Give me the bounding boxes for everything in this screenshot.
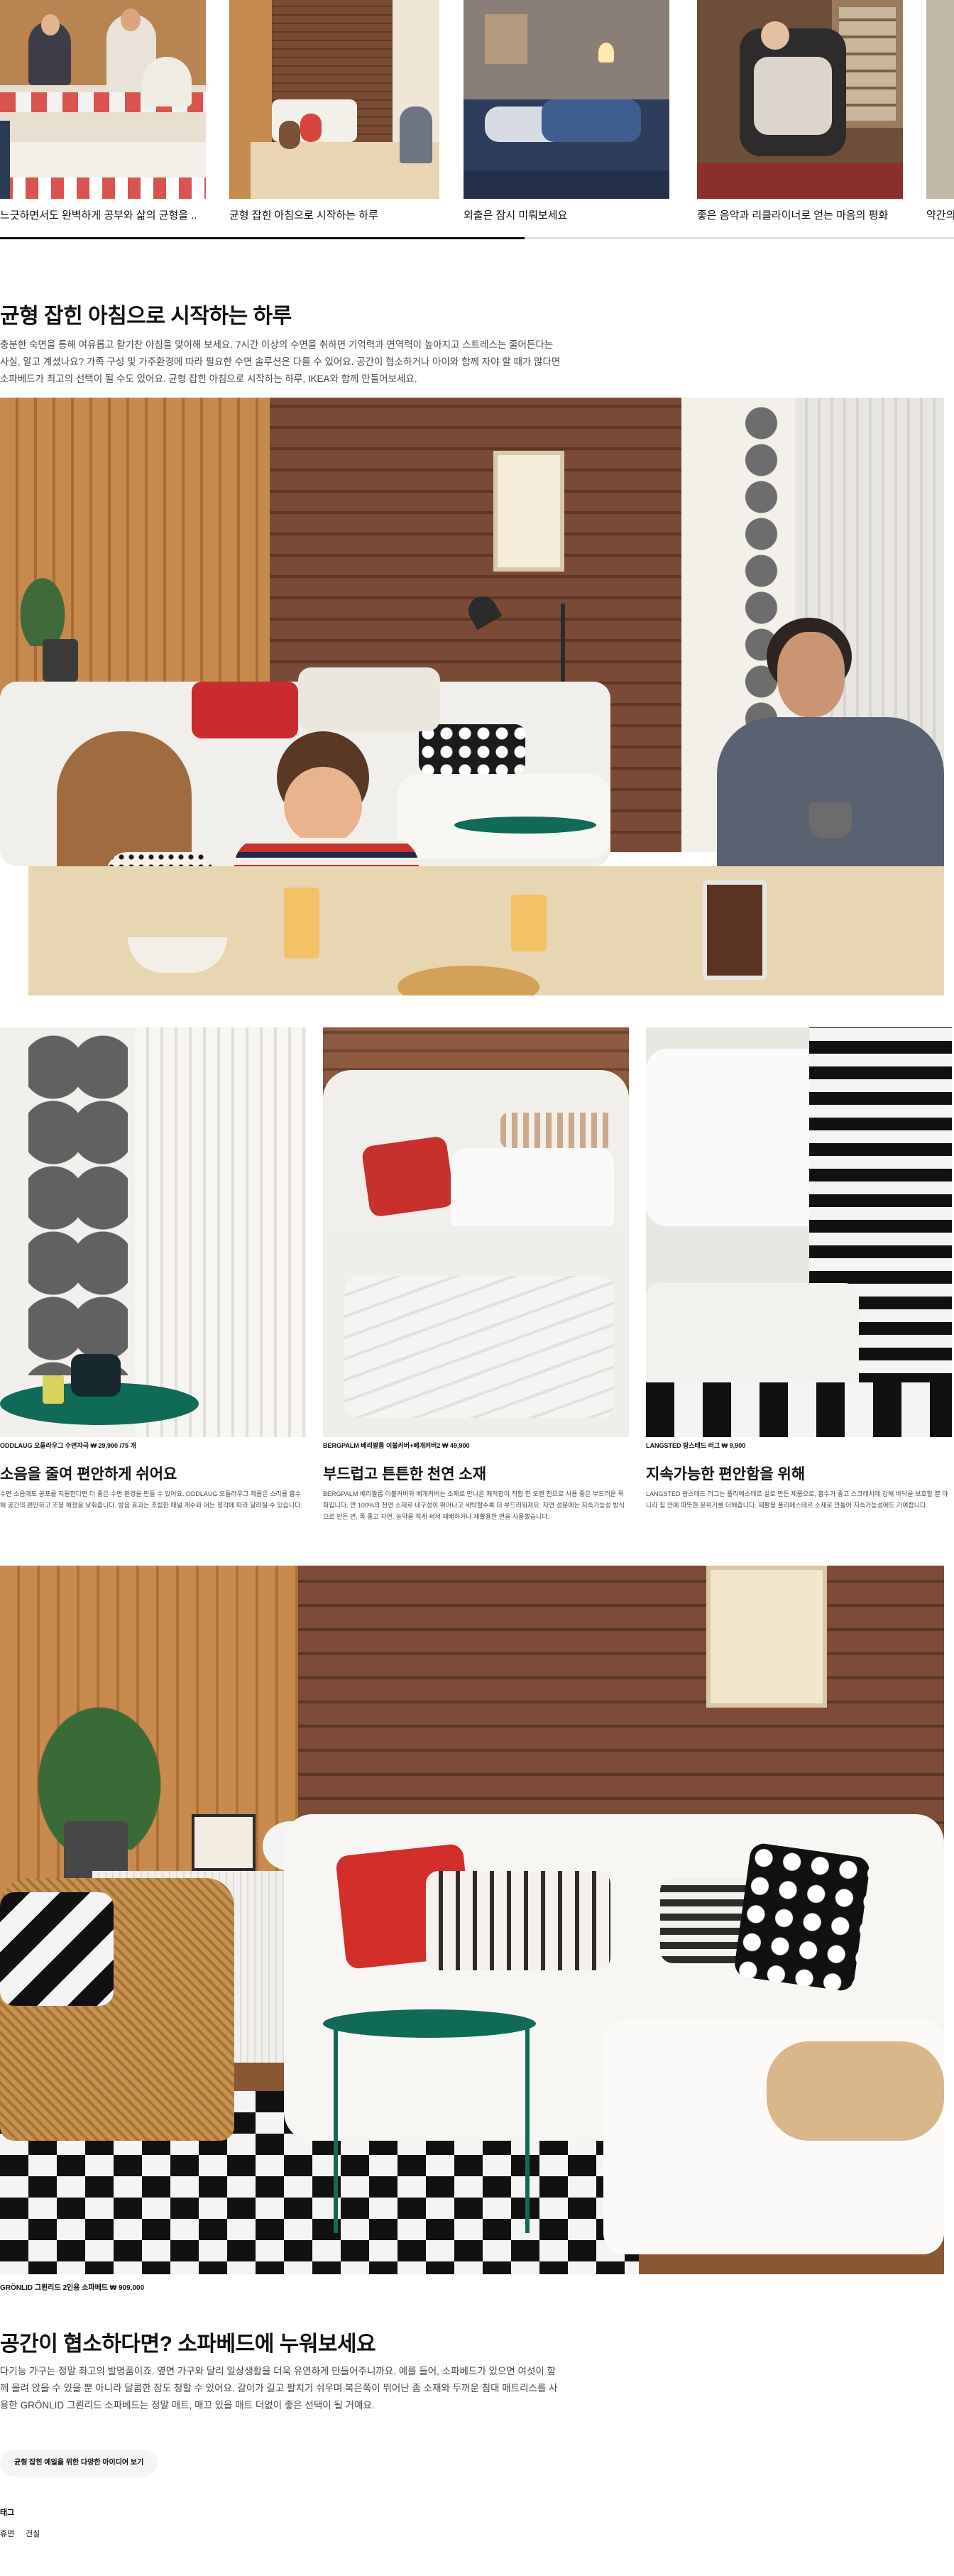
carousel-item-label: 균형 잡힌 아침으로 시작하는 하루 (229, 209, 378, 222)
card-text: LANGSTED 랑스테드 러그는 폴리에스테르 실로 만든 제품으로, 흡수가… (646, 1490, 948, 1509)
carousel-image (464, 0, 669, 199)
carousel-item-label: 외출은 잠시 미뤄보세요 (464, 209, 568, 222)
section-body: 충분한 숙면을 통해 여유롭고 활기찬 아침을 맞이해 보세요. 7시간 이상의… (0, 339, 561, 384)
product-label[interactable]: BERGPALM 베리팔름 이불커버+베개커버2 ₩ 49,900 (323, 1441, 469, 1450)
tag-link[interactable]: 휴면 (0, 2528, 14, 2539)
carousel-image (926, 0, 954, 199)
card-text: 수면 소음에도 공포를 지원한다면 더 좋은 수면 환경을 만들 수 있어요. … (0, 1490, 302, 1509)
carousel-image (229, 0, 439, 199)
section-body: 다기능 가구는 정말 최고의 발명품이죠. 옆면 가구와 달리 일상생활을 더욱… (0, 2366, 558, 2411)
card-image-sound-panel (0, 1027, 307, 1437)
carousel-item-study-balance[interactable]: 느긋하면서도 완벽하게 공부와 삶의 균형을 .. (0, 0, 206, 234)
product-label[interactable]: ODDLAUG 오들라우그 수면자극 ₩ 29,900 /75 개 (0, 1441, 136, 1450)
carousel-item-partial[interactable]: 약간의 (926, 0, 954, 234)
section-title: 공간이 협소하다면? 소파베드에 누워보세요 (0, 2332, 376, 2356)
card-title: 지속가능한 편안함을 위해 (646, 1466, 806, 1483)
carousel-image (0, 0, 206, 199)
card-title: 소음을 줄여 편안하게 쉬어요 (0, 1466, 177, 1483)
carousel-scrollbar[interactable] (0, 237, 954, 239)
carousel-item-balanced-morning[interactable]: 균형 잡힌 아침으로 시작하는 하루 (229, 0, 439, 234)
carousel-scrollbar-thumb[interactable] (0, 237, 525, 239)
product-label[interactable]: GRÖNLID 그뢴리드 2인용 소파베드 ₩ 909,000 (0, 2281, 144, 2292)
section-title: 균형 잡힌 아침으로 시작하는 하루 (0, 305, 292, 328)
story-carousel: 느긋하면서도 완벽하게 공부와 삶의 균형을 .. 균형 잡힌 아침으로 시작하… (0, 0, 954, 234)
card-image-rug (646, 1027, 952, 1437)
product-label[interactable]: LANGSTED 랑스테드 러그 ₩ 9,900 (646, 1441, 745, 1450)
tags-heading: 태그 (0, 2509, 15, 2517)
sofa-bed-image (0, 1566, 944, 2274)
carousel-item-label: 느긋하면서도 완벽하게 공부와 삶의 균형을 .. (0, 209, 197, 222)
carousel-image (697, 0, 903, 199)
carousel-item-label: 좋은 음악과 리클라이너로 얻는 마음의 평화 (697, 209, 889, 222)
carousel-item-stay-in[interactable]: 외출은 잠시 미뤄보세요 (464, 0, 669, 234)
hero-image-family-breakfast (0, 398, 944, 995)
carousel-item-recliner-music[interactable]: 좋은 음악과 리클라이너로 얻는 마음의 평화 (697, 0, 903, 234)
card-text: BERGPALM 베리팔름 이불커버와 베개커버는 소재로 만나온 쾌적함이 적… (323, 1490, 625, 1520)
more-ideas-button[interactable]: 균형 잡힌 예일을 위한 다양한 아이디어 보기 (0, 2450, 158, 2477)
tag-link[interactable]: 건실 (26, 2528, 40, 2539)
card-image-bedding (323, 1027, 629, 1437)
card-title: 부드럽고 튼튼한 천연 소재 (323, 1466, 487, 1483)
carousel-item-label: 약간의 (926, 209, 954, 222)
